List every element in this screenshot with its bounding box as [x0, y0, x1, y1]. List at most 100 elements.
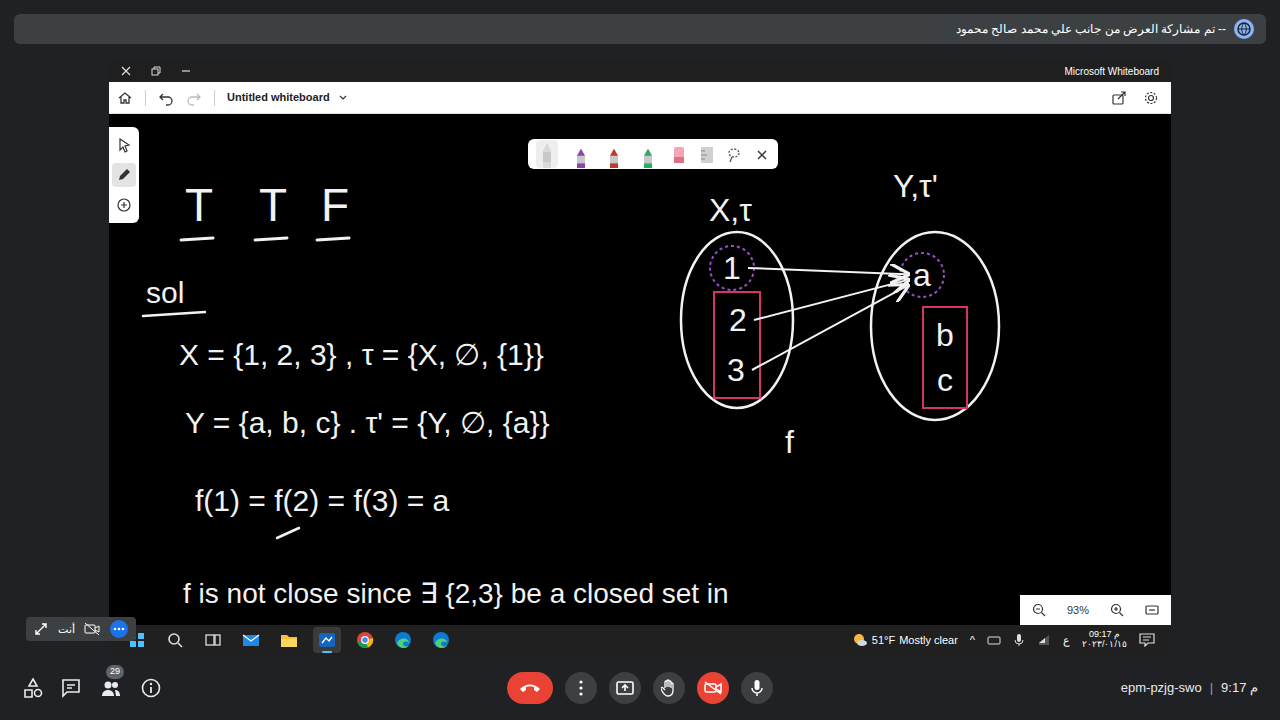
present-button[interactable] — [609, 672, 641, 704]
taskbar-app[interactable] — [427, 627, 455, 653]
weather-widget[interactable]: 51°F Mostly clear — [852, 632, 958, 649]
tool-palette — [109, 127, 139, 223]
set-element: 3 — [726, 354, 746, 386]
explorer-icon — [280, 631, 298, 649]
set-element: 1 — [722, 252, 742, 284]
microphone-button[interactable] — [741, 672, 773, 704]
pen-button[interactable] — [536, 140, 558, 168]
home-icon[interactable] — [117, 90, 133, 106]
microphone-icon[interactable] — [1013, 633, 1025, 647]
handwritten-line: Y = {a, b, c} . τ' = {Y, ∅, {a}} — [185, 408, 549, 438]
zoom-out-icon[interactable] — [1032, 603, 1046, 617]
weather-temp: 51°F — [872, 632, 895, 649]
globe-icon — [1234, 19, 1254, 39]
gear-icon[interactable] — [1143, 90, 1159, 106]
clock[interactable]: 09:17 م ٢٠٢٣/٠١/١٥ — [1082, 630, 1127, 650]
people-button[interactable]: 29 — [98, 675, 124, 701]
notification-icon[interactable] — [1139, 633, 1155, 647]
more-options-button[interactable] — [110, 620, 128, 638]
more-button[interactable] — [565, 672, 597, 704]
pen-icon — [116, 167, 132, 183]
self-view[interactable]: أنت — [26, 617, 136, 641]
camera-off-icon — [84, 622, 100, 636]
meeting-time: 9:17 م — [1221, 678, 1258, 698]
lasso-icon[interactable] — [726, 141, 742, 167]
handwritten-line: f(1) = f(2) = f(3) = a — [195, 486, 449, 516]
redo-icon[interactable] — [186, 90, 202, 106]
add-icon — [116, 197, 132, 213]
whiteboard-canvas[interactable]: TTFsolX = {1, 2, 3} , τ = {X, ∅, {1}}Y =… — [109, 114, 1171, 625]
chrome-icon — [356, 631, 374, 649]
taskbar-app[interactable] — [237, 627, 265, 653]
taskbar-app[interactable] — [351, 627, 379, 653]
open-set-mark — [900, 253, 944, 297]
end-call-button[interactable] — [507, 672, 553, 704]
closed-set-mark — [923, 307, 967, 408]
close-icon[interactable] — [121, 66, 131, 76]
camera-button[interactable] — [697, 672, 729, 704]
tool-button[interactable] — [112, 193, 136, 217]
info-icon[interactable] — [140, 677, 162, 699]
whiteboard-window: Microsoft Whiteboard Untitled whiteboard… — [109, 60, 1171, 655]
pen-icon — [642, 148, 654, 168]
handwritten-line: f is not close since ∃ {2,3} be a closed… — [183, 580, 729, 608]
undo-icon[interactable] — [158, 90, 174, 106]
close-icon[interactable] — [754, 141, 770, 167]
raise-hand-button[interactable] — [653, 672, 685, 704]
input-language[interactable]: ع — [1063, 632, 1070, 649]
whiteboard-icon — [318, 631, 336, 649]
eraser-icon[interactable] — [671, 141, 687, 167]
activities-icon[interactable] — [22, 677, 44, 699]
taskbar-app[interactable] — [199, 627, 227, 653]
chevron-down-icon — [338, 93, 348, 103]
pen-button[interactable] — [637, 140, 659, 168]
restore-icon[interactable] — [151, 66, 161, 76]
participants-badge: 29 — [106, 665, 124, 679]
mapping-arrow — [752, 286, 906, 370]
pen-button[interactable] — [570, 140, 592, 168]
taskbar-app[interactable] — [389, 627, 417, 653]
pen-icon — [575, 148, 587, 168]
search-icon — [166, 631, 184, 649]
board-name-dropdown[interactable]: Untitled whiteboard — [227, 89, 348, 106]
open-set-mark — [710, 246, 754, 290]
answer-mark: T — [185, 182, 213, 228]
dots-icon — [113, 627, 125, 631]
expand-icon[interactable] — [34, 622, 48, 636]
zoom-control: 93% — [1020, 595, 1171, 625]
network-icon[interactable] — [987, 633, 1001, 647]
clock-time: 09:17 م — [1089, 630, 1120, 640]
moon-cloud-icon — [852, 632, 868, 648]
chat-icon[interactable] — [60, 677, 82, 699]
taskbar-app[interactable] — [161, 627, 189, 653]
share-icon[interactable] — [1111, 90, 1127, 106]
mail-icon — [242, 631, 260, 649]
tray-chevron[interactable]: ^ — [970, 632, 975, 649]
ruler-icon[interactable] — [699, 141, 715, 167]
fit-screen-icon[interactable] — [1145, 603, 1159, 617]
taskbar-app[interactable] — [275, 627, 303, 653]
tool-button[interactable] — [112, 163, 136, 187]
vertical-dots-icon — [579, 680, 583, 696]
domain-label: X,τ — [709, 194, 752, 226]
set-element: b — [935, 319, 955, 351]
pen-button[interactable] — [603, 140, 625, 168]
clock-date: ٢٠٢٣/٠١/١٥ — [1082, 640, 1127, 650]
tool-button[interactable] — [112, 133, 136, 157]
edge-icon — [394, 631, 412, 649]
app-title: Microsoft Whiteboard — [1065, 64, 1159, 79]
microphone-icon — [751, 679, 763, 697]
minimize-icon[interactable] — [181, 66, 191, 76]
zoom-in-icon[interactable] — [1110, 603, 1124, 617]
board-name: Untitled whiteboard — [227, 89, 330, 106]
pen-icon — [541, 142, 553, 168]
pen-icon — [608, 148, 620, 168]
meeting-code: epm-pzjg-swo — [1121, 678, 1202, 698]
meet-controls: 29 epm-pzjg-swo | 9:17 م — [0, 655, 1280, 720]
set-element: 2 — [728, 304, 748, 336]
weather-text: Mostly clear — [899, 632, 958, 649]
answer-mark: T — [259, 182, 287, 228]
wifi-icon[interactable] — [1037, 633, 1051, 647]
taskbar-app[interactable] — [313, 627, 341, 653]
banner-text: تم مشاركة العرض من جانب علي محمد صالح مح… — [956, 20, 1226, 38]
